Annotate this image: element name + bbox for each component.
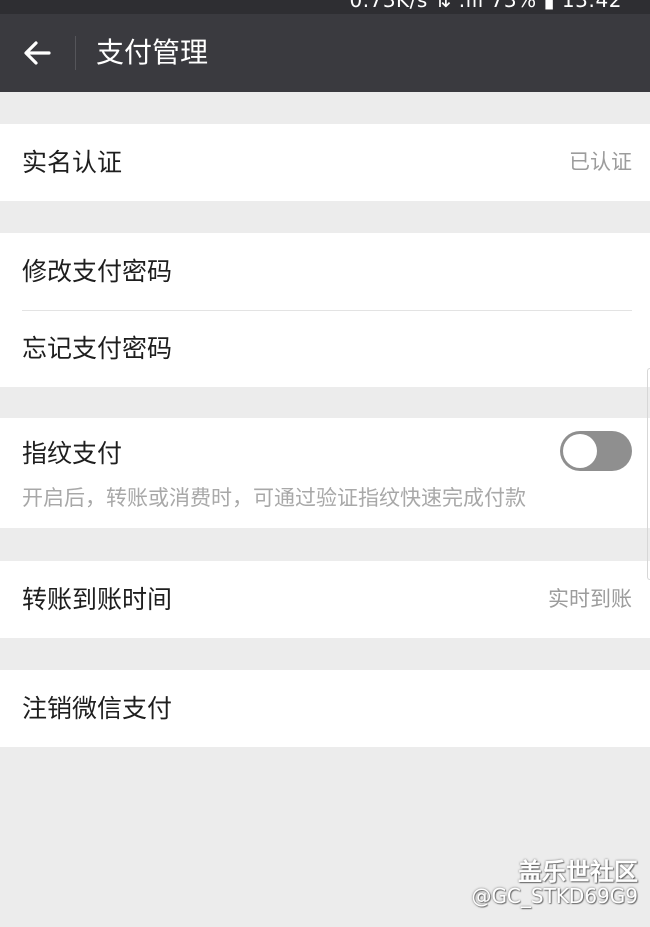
watermark-brand: 盖乐世社区 <box>518 858 638 886</box>
fingerprint-group: 指纹支付 开启后，转账或消费时，可通过验证指纹快速完成付款 <box>0 418 650 528</box>
change-payment-password-label: 修改支付密码 <box>22 257 173 286</box>
arrow-left-icon <box>24 41 51 65</box>
real-name-verification-row[interactable]: 实名认证 已认证 <box>0 124 650 201</box>
change-payment-password-row[interactable]: 修改支付密码 <box>0 233 650 310</box>
transfer-group: 转账到账时间 实时到账 <box>0 561 650 638</box>
status-text: 0.73K/s ⇅ .ıll 73% ▮ 13:42 <box>349 0 622 12</box>
fingerprint-payment-row: 指纹支付 开启后，转账或消费时，可通过验证指纹快速完成付款 <box>0 418 650 528</box>
transfer-arrival-time-label: 转账到账时间 <box>22 585 173 614</box>
watermark-id: @GC_STKD69G9 <box>471 884 638 908</box>
toggle-knob <box>563 434 597 468</box>
transfer-arrival-time-value: 实时到账 <box>548 587 632 611</box>
forgot-payment-password-label: 忘记支付密码 <box>22 334 173 363</box>
fingerprint-payment-description: 开启后，转账或消费时，可通过验证指纹快速完成付款 <box>22 486 526 510</box>
forgot-payment-password-row[interactable]: 忘记支付密码 <box>0 310 650 387</box>
cancel-wechat-pay-label: 注销微信支付 <box>22 694 173 723</box>
fingerprint-payment-toggle[interactable] <box>560 431 632 471</box>
identity-group: 实名认证 已认证 <box>0 124 650 201</box>
cancel-group: 注销微信支付 <box>0 670 650 747</box>
back-button[interactable] <box>14 33 60 73</box>
screen: 0.73K/s ⇅ .ıll 73% ▮ 13:42 支付管理 实名认证 已认证… <box>0 0 650 927</box>
cancel-wechat-pay-row[interactable]: 注销微信支付 <box>0 670 650 747</box>
verification-status: 已认证 <box>569 150 632 174</box>
fingerprint-payment-label: 指纹支付 <box>22 439 123 468</box>
transfer-arrival-time-row[interactable]: 转账到账时间 实时到账 <box>0 561 650 638</box>
status-bar: 0.73K/s ⇅ .ıll 73% ▮ 13:42 <box>0 0 650 14</box>
password-group: 修改支付密码 忘记支付密码 <box>0 233 650 387</box>
header-divider <box>75 36 76 70</box>
page-title: 支付管理 <box>96 36 209 69</box>
real-name-verification-label: 实名认证 <box>22 148 123 177</box>
app-bar: 支付管理 <box>0 14 650 92</box>
